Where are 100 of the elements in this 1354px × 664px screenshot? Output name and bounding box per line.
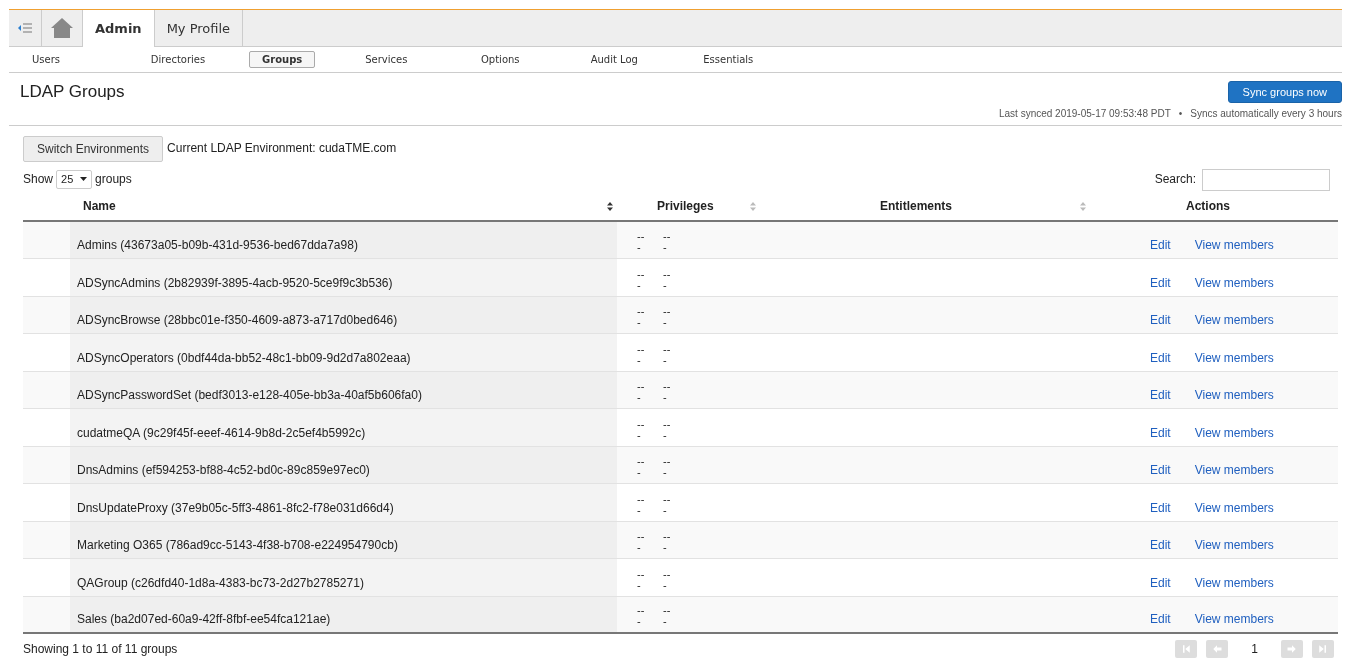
column-header[interactable]: Name xyxy=(83,199,116,213)
privilege-value: - xyxy=(663,392,668,403)
home-icon xyxy=(50,17,74,39)
privilege-value: - xyxy=(637,616,642,627)
view-members-link[interactable]: View members xyxy=(1194,425,1274,440)
group-name-cell: ADSyncAdmins (2b82939f-3895-4acb-9520-5ce9f9c3b536) xyxy=(70,259,617,296)
privilege-value: - xyxy=(637,429,642,441)
group-name-cell: ADSyncOperators (0bdf44da-bb52-48c1-bb09-9d2d7a802eaa) xyxy=(70,334,617,371)
edit-link[interactable]: Edit xyxy=(1150,463,1171,477)
edit-link[interactable]: Edit xyxy=(1150,612,1171,626)
subnav-tab[interactable]: Users xyxy=(19,51,73,68)
privilege-value: - xyxy=(637,504,642,516)
group-name-cell: ADSyncBrowse (28bbc01e-f350-4609-a873-a717d0bed646) xyxy=(70,296,617,333)
privilege-value: -- xyxy=(637,418,646,430)
edit-link[interactable]: Edit xyxy=(1150,238,1171,252)
privilege-value: -- xyxy=(663,493,672,505)
subnav-tab[interactable]: Options xyxy=(457,51,544,68)
privilege-value: -- xyxy=(663,605,672,616)
privilege-value: -- xyxy=(663,343,672,355)
column-header: Actions xyxy=(1186,199,1230,213)
privilege-value: - xyxy=(663,354,668,366)
caret-icon xyxy=(80,177,88,182)
nav-tab[interactable]: Admin xyxy=(83,10,155,47)
edit-link[interactable]: Edit xyxy=(1150,500,1171,515)
view-members-link[interactable]: View members xyxy=(1194,275,1274,290)
privilege-value: -- xyxy=(663,531,672,542)
privilege-value: -- xyxy=(663,418,672,430)
privilege-value: - xyxy=(663,242,668,253)
view-members-link[interactable]: View members xyxy=(1194,313,1274,327)
privilege-value: -- xyxy=(637,343,646,355)
subnav-tab[interactable]: Services xyxy=(343,51,430,68)
view-members-link[interactable]: View members xyxy=(1194,350,1274,365)
privilege-value: -- xyxy=(637,605,646,616)
privilege-value: -- xyxy=(663,231,672,242)
edit-link[interactable]: Edit xyxy=(1150,350,1171,365)
subnav-tab[interactable]: Audit Log xyxy=(571,51,658,68)
sort-icon[interactable] xyxy=(607,201,613,211)
column-header[interactable]: Privileges xyxy=(657,199,714,213)
view-members-link[interactable]: View members xyxy=(1194,463,1274,477)
edit-link[interactable]: Edit xyxy=(1150,538,1171,552)
edit-link[interactable]: Edit xyxy=(1150,388,1171,402)
sync-groups-button[interactable]: Sync groups now xyxy=(1227,81,1342,103)
sync-schedule-text: Syncs automatically every 3 hours xyxy=(1190,108,1342,120)
page-title: LDAP Groups xyxy=(20,82,125,103)
page-size-select[interactable]: 25 xyxy=(56,170,93,189)
privilege-value: -- xyxy=(637,381,646,392)
view-members-link[interactable]: View members xyxy=(1194,612,1274,626)
group-name-cell: ADSyncPasswordSet (bedf3013-e128-405e-bb3a-40af5b606fa0) xyxy=(70,371,617,408)
edit-link[interactable]: Edit xyxy=(1150,313,1171,327)
subnav-tab[interactable]: Directories xyxy=(135,51,221,68)
privilege-value: - xyxy=(663,616,668,627)
privilege-value: -- xyxy=(637,568,646,580)
column-header[interactable]: Entitlements xyxy=(880,199,952,213)
view-members-link[interactable]: View members xyxy=(1194,538,1274,552)
page-number[interactable]: 1 xyxy=(1251,642,1258,656)
view-members-link[interactable]: View members xyxy=(1194,388,1274,402)
subnav-tab[interactable]: Groups xyxy=(249,51,316,68)
skip-start-icon xyxy=(1180,643,1193,655)
left-arrow-icon xyxy=(1211,643,1224,655)
privilege-value: - xyxy=(663,467,668,478)
groups-label: groups xyxy=(95,172,132,187)
privilege-value: -- xyxy=(663,568,672,580)
subnav-tab[interactable]: Essentials xyxy=(685,51,772,68)
view-members-link[interactable]: View members xyxy=(1194,500,1274,515)
privilege-value: - xyxy=(663,279,668,291)
privilege-value: - xyxy=(663,504,668,516)
environment-text: Current LDAP Environment: cudaTME.com xyxy=(167,141,397,156)
right-arrow-icon xyxy=(1286,643,1298,655)
privilege-value: - xyxy=(663,579,668,591)
privilege-value: - xyxy=(663,542,668,553)
privilege-value: - xyxy=(637,354,642,366)
privilege-value: -- xyxy=(637,306,646,317)
group-name-cell: QAGroup (c26dfd40-1d8a-4383-bc73-2d27b2785271) xyxy=(70,559,617,596)
privilege-value: - xyxy=(637,392,642,403)
last-synced-text: Last synced 2019-05-17 09:53:48 PDT xyxy=(998,108,1171,120)
privilege-value: -- xyxy=(663,268,672,280)
list-collapse-icon xyxy=(18,23,32,33)
privilege-value: - xyxy=(637,467,642,478)
separator-dot: • xyxy=(1178,108,1183,120)
privilege-value: -- xyxy=(663,381,672,392)
privilege-value: -- xyxy=(637,268,646,280)
edit-link[interactable]: Edit xyxy=(1150,275,1171,290)
view-members-link[interactable]: View members xyxy=(1194,575,1274,590)
search-label: Search: xyxy=(1154,172,1196,187)
privilege-value: -- xyxy=(663,456,672,467)
privilege-value: - xyxy=(637,242,642,253)
search-field[interactable] xyxy=(1202,168,1330,191)
edit-link[interactable]: Edit xyxy=(1150,575,1171,590)
group-name-cell: Sales (ba2d07ed-60a9-42ff-8fbf-ee54fca121ae) xyxy=(70,596,617,632)
privilege-value: -- xyxy=(637,456,646,467)
group-name-cell: Admins (43673a05-b09b-431d-9536-bed67dda7a98) xyxy=(70,221,617,258)
switch-environments-button[interactable]: Switch Environments xyxy=(23,135,164,162)
privilege-value: - xyxy=(663,317,668,328)
view-members-link[interactable]: View members xyxy=(1194,238,1274,252)
privilege-value: - xyxy=(637,579,642,591)
edit-link[interactable]: Edit xyxy=(1150,425,1171,440)
group-name-cell: Marketing O365 (786ad9cc-5143-4f38-b708-e224954790cb) xyxy=(70,521,617,558)
privilege-value: -- xyxy=(637,231,646,242)
privilege-value: - xyxy=(637,542,642,553)
privilege-value: - xyxy=(637,317,642,328)
